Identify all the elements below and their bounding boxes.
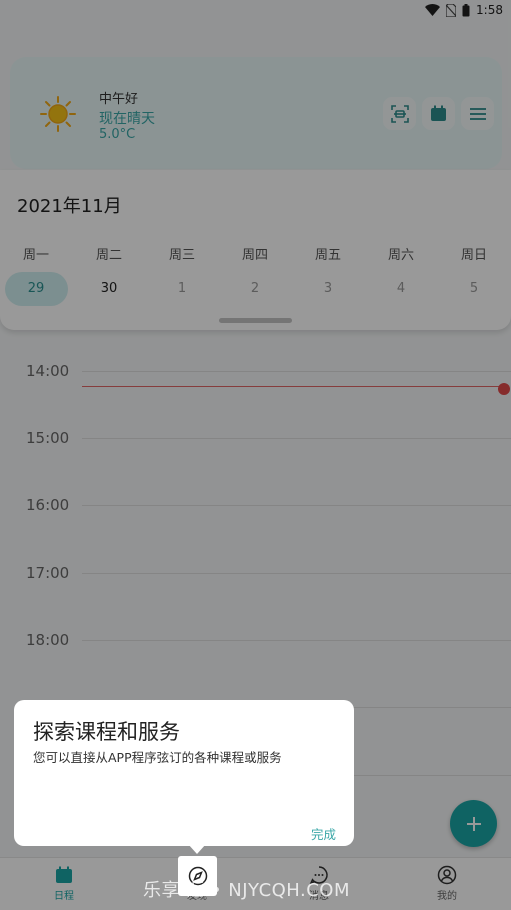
- tooltip-body: 您可以直接从APP程序弦订的各种课程或服务: [33, 750, 282, 765]
- tooltip-done-button[interactable]: 完成: [311, 824, 336, 843]
- watermark-text: 乐享 汇 • NJYCQH.COM: [143, 880, 351, 901]
- tooltip-title: 探索课程和服务: [33, 720, 180, 744]
- tooltip-arrow: [188, 844, 206, 854]
